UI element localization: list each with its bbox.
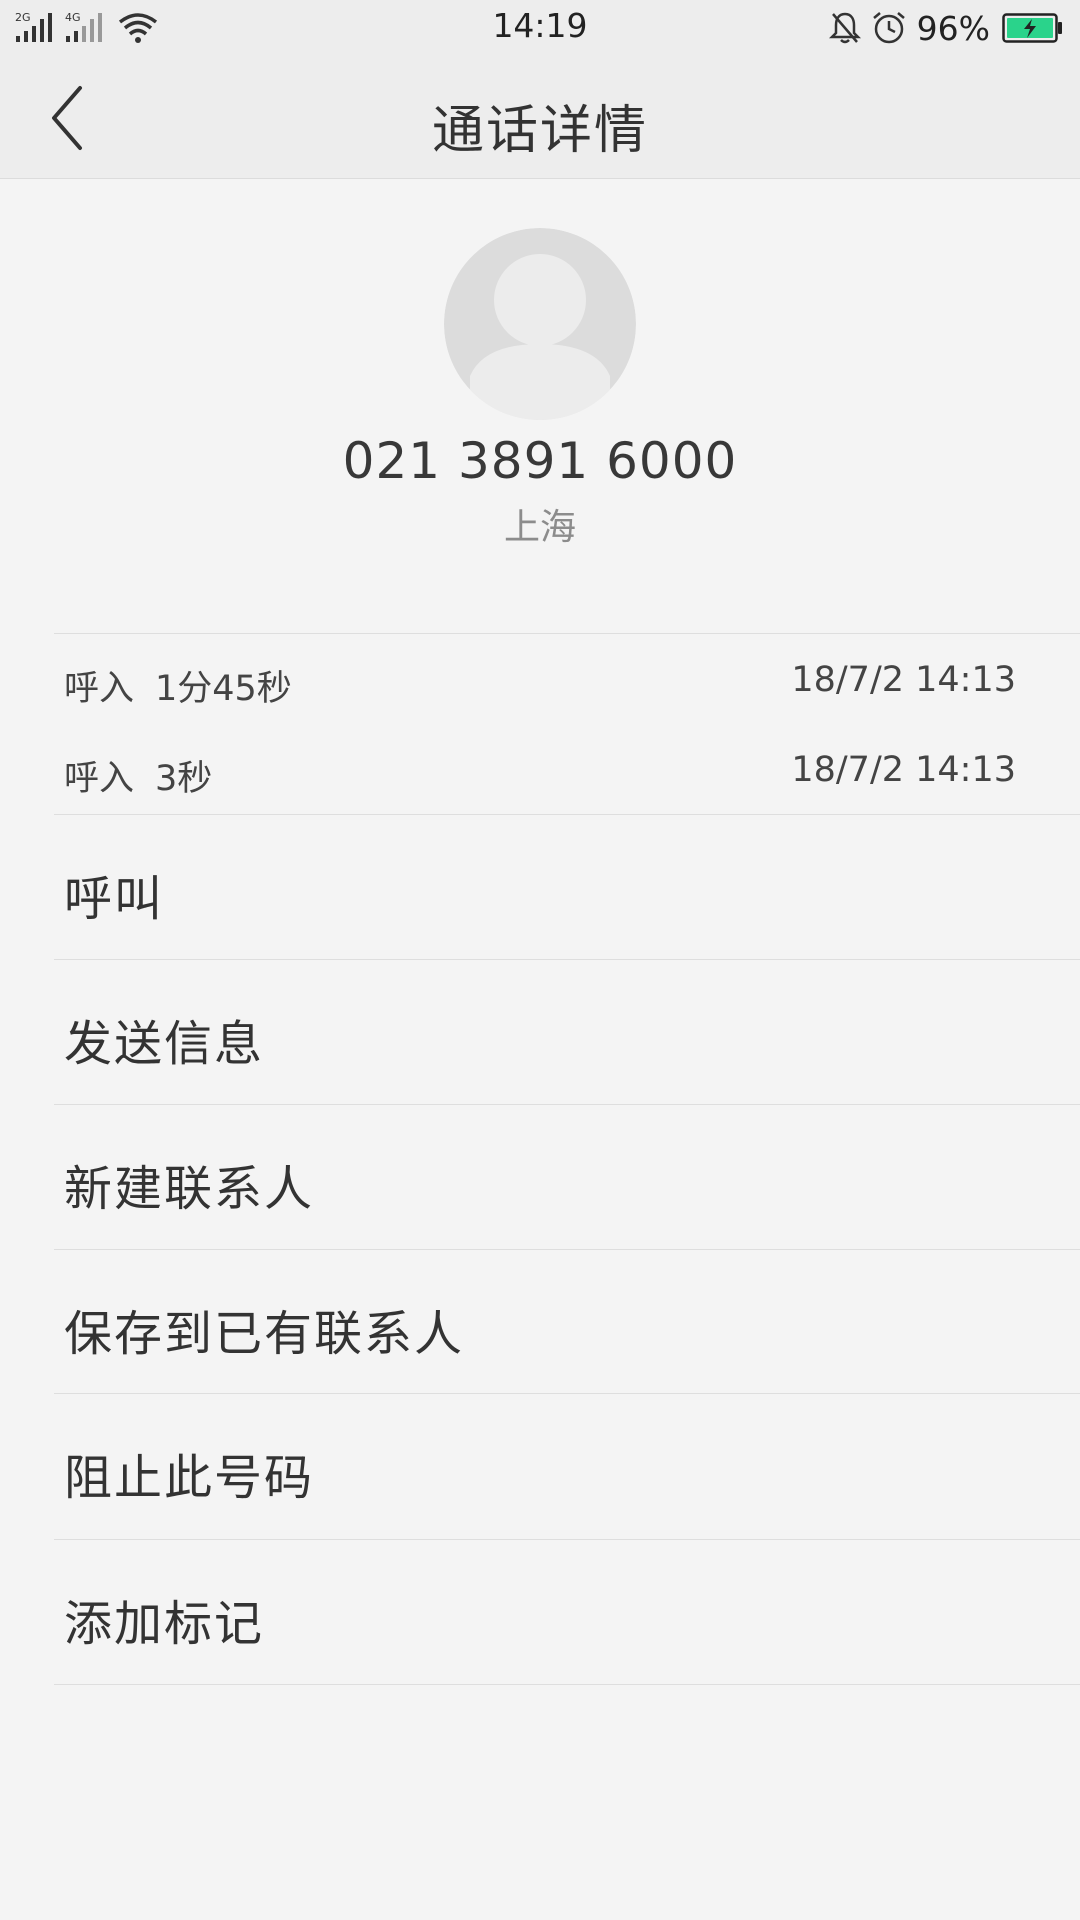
call-log-row: 呼入 3秒 18/7/2 14:13 xyxy=(0,742,1080,802)
divider xyxy=(54,633,1080,634)
send-message-button[interactable]: 发送信息 xyxy=(0,960,1080,1104)
call-button[interactable]: 呼叫 xyxy=(0,815,1080,959)
status-bar: 2G 4G 14:19 96% xyxy=(0,0,1080,56)
block-number-button[interactable]: 阻止此号码 xyxy=(0,1394,1080,1538)
action-label: 阻止此号码 xyxy=(64,1450,315,1506)
battery-percent: 96% xyxy=(916,8,990,48)
call-datetime: 18/7/2 14:13 xyxy=(791,660,1016,700)
action-label: 呼叫 xyxy=(64,871,165,927)
page-title: 通话详情 xyxy=(431,101,648,161)
call-type: 呼入 xyxy=(64,759,135,799)
save-to-contact-button[interactable]: 保存到已有联系人 xyxy=(0,1250,1080,1394)
alarm-icon xyxy=(872,12,905,44)
call-duration: 3秒 xyxy=(155,759,213,799)
call-duration: 1分45秒 xyxy=(155,669,292,709)
phone-location: 上海 xyxy=(503,507,576,548)
divider xyxy=(54,1684,1080,1685)
person-placeholder-icon xyxy=(444,228,636,420)
new-contact-button[interactable]: 新建联系人 xyxy=(0,1105,1080,1249)
avatar xyxy=(444,228,636,420)
add-tag-button[interactable]: 添加标记 xyxy=(0,1540,1080,1684)
nav-bar: 通话详情 xyxy=(0,56,1080,179)
action-label: 保存到已有联系人 xyxy=(64,1306,465,1362)
status-right-icons: 96% xyxy=(827,8,1064,48)
bell-muted-icon xyxy=(828,12,861,44)
call-type: 呼入 xyxy=(64,669,135,709)
action-label: 新建联系人 xyxy=(64,1161,315,1217)
call-log-row: 呼入 1分45秒 18/7/2 14:13 xyxy=(0,652,1080,712)
action-label: 添加标记 xyxy=(64,1596,265,1652)
battery-charging-icon xyxy=(1002,13,1062,43)
call-datetime: 18/7/2 14:13 xyxy=(791,750,1016,790)
phone-number: 021 3891 6000 xyxy=(342,432,738,490)
action-label: 发送信息 xyxy=(64,1016,265,1072)
